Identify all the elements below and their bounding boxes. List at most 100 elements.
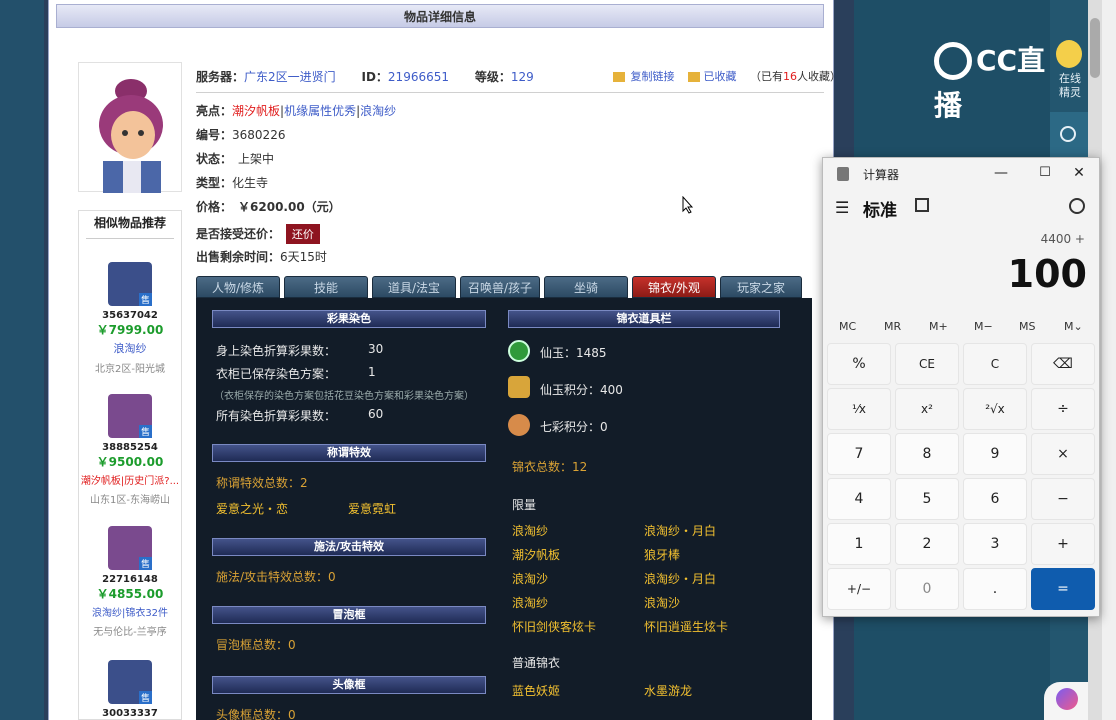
similar-item-id: 30033337: [102, 708, 158, 719]
history-icon[interactable]: [1069, 198, 1085, 214]
remaining-row: 出售剩余时间：6天15时: [196, 248, 327, 265]
memory-list-button[interactable]: M⌄: [1064, 320, 1083, 333]
assistant-icon: [1056, 688, 1078, 710]
elf-icon[interactable]: [1056, 40, 1082, 68]
similar-item-id: 35637042: [102, 310, 158, 321]
left-background: [0, 0, 44, 720]
equals-button[interactable]: =: [1031, 568, 1095, 610]
calculator-app-icon: [837, 167, 849, 181]
limited-item: 潮汐帆板: [512, 548, 561, 562]
digit-4-button[interactable]: 4: [827, 478, 891, 520]
memory-recall-button[interactable]: MR: [884, 320, 901, 333]
similar-item-price: ￥4855.00: [96, 587, 164, 601]
tab-items[interactable]: 道具/法宝: [372, 276, 456, 298]
server-value: 广东2区一进贤门: [244, 70, 336, 84]
tab-outfits[interactable]: 锦衣/外观: [632, 276, 716, 298]
similar-item-server: 无与伦比-兰亭序: [93, 627, 167, 638]
title-fx-total: 称谓特效总数：2: [216, 476, 308, 490]
sell-badge: 售: [138, 557, 152, 570]
outfit-panel: 彩果染色 身上染色折算彩果数： 30 衣柜已保存染色方案： 1 （衣柜保存的染色…: [196, 298, 812, 720]
bargain-button[interactable]: 还价: [285, 224, 320, 244]
dye-total-label: 所有染色折算彩果数：: [216, 409, 337, 423]
decimal-button[interactable]: .: [963, 568, 1027, 610]
avatar-frame-total: 头像框总数：0: [216, 708, 296, 720]
outfit-props-header: 锦衣道具栏: [508, 310, 780, 328]
similar-item-avatar[interactable]: 售: [108, 394, 152, 438]
memory-clear-button[interactable]: MC: [839, 320, 856, 333]
limited-item: 浪淘沙: [512, 572, 549, 586]
maximize-button[interactable]: ☐: [1031, 160, 1059, 186]
highlight-3: 浪淘纱: [360, 104, 397, 118]
hamburger-menu-icon[interactable]: ☰: [835, 198, 849, 217]
divide-button[interactable]: ÷: [1031, 388, 1095, 430]
level-label: 等级：: [474, 70, 511, 84]
type-label: 类型：: [196, 176, 233, 190]
scrollbar-thumb[interactable]: [1090, 18, 1100, 78]
memory-subtract-button[interactable]: M−: [974, 320, 993, 333]
status-value: 上架中: [238, 152, 275, 166]
tab-skills[interactable]: 技能: [284, 276, 368, 298]
history-side-button[interactable]: [1050, 112, 1088, 158]
close-button[interactable]: ✕: [1065, 160, 1093, 186]
negate-button[interactable]: +/−: [827, 568, 891, 610]
memory-store-button[interactable]: MS: [1019, 320, 1035, 333]
title-fx-item: 爱意霓虹: [348, 502, 397, 516]
star-icon: [688, 72, 700, 82]
limited-item: 浪淘沙: [644, 596, 681, 610]
limited-item: 怀旧逍遥生炫卡: [644, 620, 729, 634]
digit-1-button[interactable]: 1: [827, 523, 891, 565]
bubble-header: 冒泡框: [212, 606, 486, 624]
minimize-button[interactable]: —: [987, 160, 1015, 186]
similar-item[interactable]: 售 35637042 ￥7999.00 浪淘纱 北京2区-阳光城: [78, 262, 182, 375]
similar-item-server: 山东1区-东海崂山: [90, 495, 170, 506]
keep-on-top-icon[interactable]: [915, 198, 929, 212]
cast-fx-header: 施法/攻击特效: [212, 538, 486, 556]
tab-character[interactable]: 人物/修炼: [196, 276, 280, 298]
add-button[interactable]: +: [1031, 523, 1095, 565]
square-button[interactable]: x²: [895, 388, 959, 430]
qicai-points: 七彩积分：0: [540, 420, 608, 434]
limited-item: 浪淘纱・月白: [644, 524, 717, 538]
similar-item-avatar[interactable]: 售: [108, 526, 152, 570]
backspace-button[interactable]: ⌫: [1031, 343, 1095, 385]
multiply-button[interactable]: ×: [1031, 433, 1095, 475]
online-elf-label[interactable]: 在线精灵: [1054, 72, 1086, 100]
digit-6-button[interactable]: 6: [963, 478, 1027, 520]
tab-home[interactable]: 玩家之家: [720, 276, 802, 298]
bargain-row: 是否接受还价： 还价: [196, 224, 320, 244]
highlight-2: 机缘属性优秀: [284, 104, 357, 118]
memory-add-button[interactable]: M+: [929, 320, 948, 333]
normal-item: 水墨游龙: [644, 684, 693, 698]
tab-pets[interactable]: 召唤兽/孩子: [460, 276, 540, 298]
favorited-link[interactable]: 已收藏: [704, 70, 737, 83]
similar-item[interactable]: 售 38885254 ￥9500.00 潮汐帆板|历史门派?... 山东1区-东…: [78, 394, 182, 506]
reciprocal-button[interactable]: ¹⁄x: [827, 388, 891, 430]
tab-mounts[interactable]: 坐骑: [544, 276, 628, 298]
similar-item-avatar[interactable]: 售: [108, 660, 152, 704]
cc-logo-icon: [934, 42, 972, 80]
digit-8-button[interactable]: 8: [895, 433, 959, 475]
digit-5-button[interactable]: 5: [895, 478, 959, 520]
percent-button[interactable]: %: [827, 343, 891, 385]
clear-button[interactable]: C: [963, 343, 1027, 385]
similar-item[interactable]: 售 22716148 ￥4855.00 浪淘纱|锦衣32件 无与伦比-兰亭序: [78, 526, 182, 638]
clear-entry-button[interactable]: CE: [895, 343, 959, 385]
similar-item-avatar[interactable]: 售: [108, 262, 152, 306]
calculator-window[interactable]: 计算器 — ☐ ✕ ☰ 标准 4400 + 100 MC MR M+ M− MS…: [822, 157, 1100, 617]
copy-link[interactable]: 复制链接: [631, 70, 675, 83]
similar-item-tag: 浪淘纱: [113, 342, 147, 355]
sqrt-button[interactable]: ²√x: [963, 388, 1027, 430]
subtract-button[interactable]: −: [1031, 478, 1095, 520]
assistant-widget[interactable]: [1044, 682, 1088, 720]
id-label: ID：: [361, 70, 388, 84]
similar-item[interactable]: 售 30033337: [78, 660, 182, 719]
digit-0-button[interactable]: 0: [895, 568, 959, 610]
cc-live-logo: CC直播: [934, 42, 1046, 122]
digit-2-button[interactable]: 2: [895, 523, 959, 565]
similar-item-server: 北京2区-阳光城: [95, 364, 165, 375]
digit-7-button[interactable]: 7: [827, 433, 891, 475]
digit-9-button[interactable]: 9: [963, 433, 1027, 475]
level-value: 129: [510, 70, 534, 84]
similar-item-tag: 浪淘纱|锦衣32件: [91, 608, 169, 619]
digit-3-button[interactable]: 3: [963, 523, 1027, 565]
